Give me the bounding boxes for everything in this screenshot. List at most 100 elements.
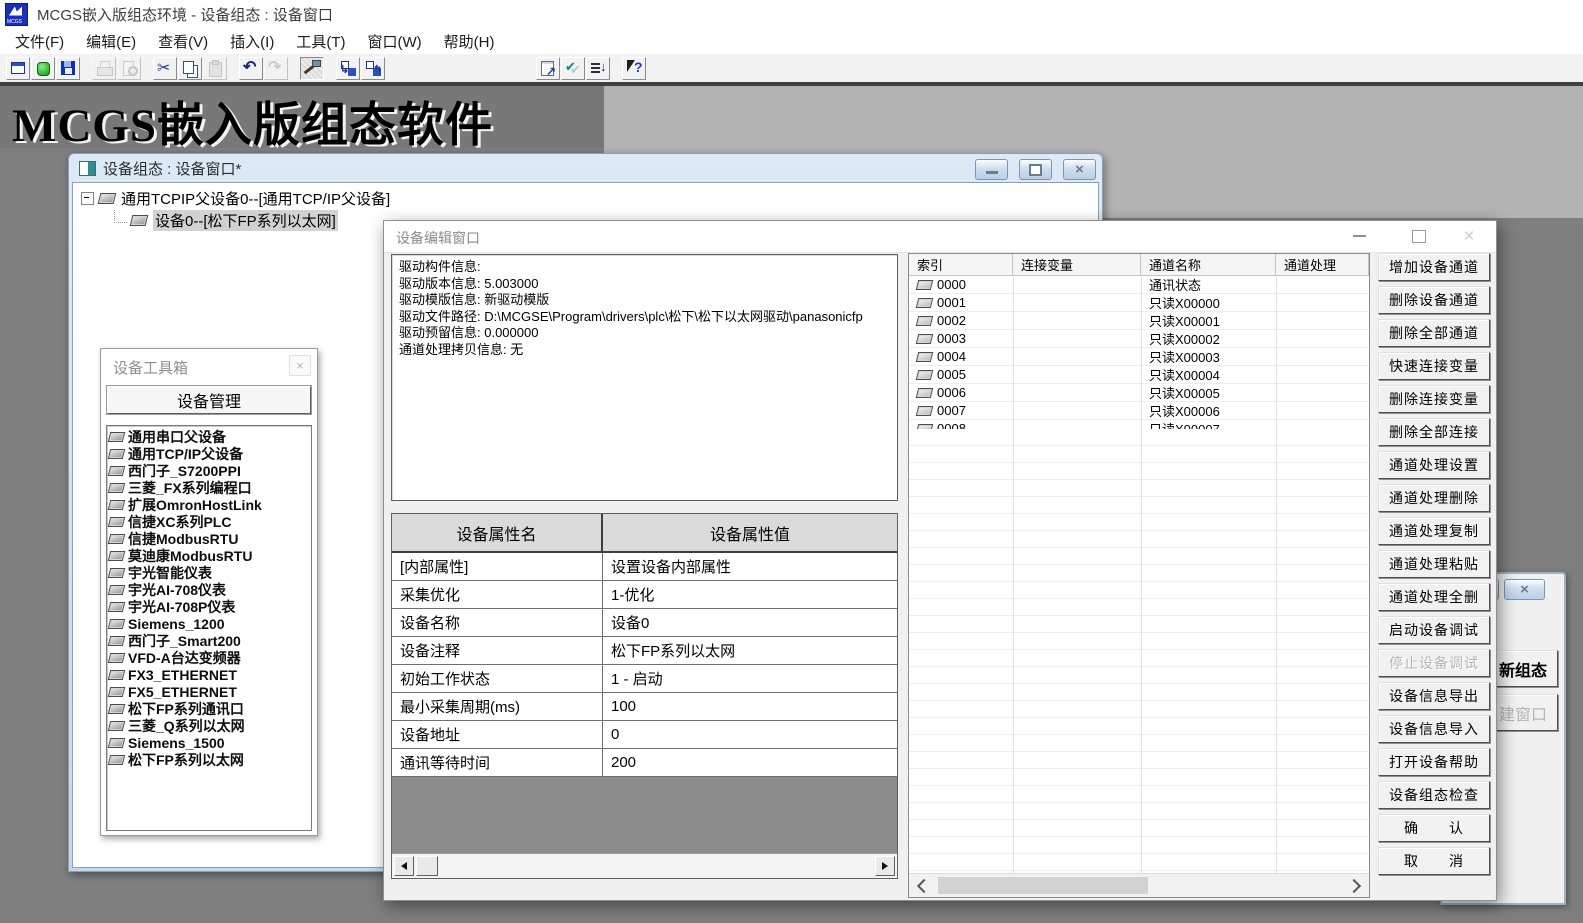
driver-list-item[interactable]: Siemens_1500 <box>109 734 311 751</box>
action-button[interactable]: 设备信息导出 <box>1378 682 1490 710</box>
channel-row[interactable]: 0006 只读X00005 <box>909 384 1369 402</box>
channel-variable-cell[interactable] <box>1013 276 1141 293</box>
menu-item[interactable]: 插入(I) <box>219 29 285 54</box>
scrollbar-thumb[interactable] <box>938 877 1148 894</box>
toolbar-button[interactable] <box>178 57 202 80</box>
channel-row[interactable]: 0005 只读X00004 <box>909 366 1369 384</box>
channel-row[interactable]: 0004 只读X00003 <box>909 348 1369 366</box>
scroll-left-icon[interactable] <box>917 879 931 893</box>
maximize-button[interactable] <box>1019 159 1052 180</box>
col-header-index[interactable]: 索引 <box>909 254 1013 275</box>
toolbar-button[interactable] <box>300 57 324 80</box>
action-button[interactable]: 通道处理设置 <box>1378 451 1490 479</box>
driver-list-item[interactable]: 宇光智能仪表 <box>109 564 311 581</box>
action-button[interactable]: 设备组态检查 <box>1378 781 1490 809</box>
channel-process-cell[interactable] <box>1276 366 1369 383</box>
property-row[interactable]: 设备地址 0 <box>392 721 897 749</box>
action-button[interactable]: 通道处理粘贴 <box>1378 550 1490 578</box>
channel-process-cell[interactable] <box>1276 348 1369 365</box>
toolbar-button[interactable] <box>117 57 141 80</box>
menu-item[interactable]: 编辑(E) <box>75 29 147 54</box>
action-button[interactable]: 删除全部通道 <box>1378 319 1490 347</box>
property-value-cell[interactable]: 0 <box>603 721 897 748</box>
action-button[interactable]: 启动设备调试 <box>1378 616 1490 644</box>
property-value-cell[interactable]: 松下FP系列以太网 <box>603 637 897 664</box>
property-row[interactable]: [内部属性] 设置设备内部属性 <box>392 553 897 581</box>
property-row[interactable]: 通讯等待时间 200 <box>392 749 897 777</box>
driver-list-item[interactable]: FX5_ETHERNET <box>109 683 311 700</box>
property-row[interactable]: 设备名称 设备0 <box>392 609 897 637</box>
channel-variable-cell[interactable] <box>1013 330 1141 347</box>
channel-variable-cell[interactable] <box>1013 384 1141 401</box>
driver-list-item[interactable]: 通用TCP/IP父设备 <box>109 445 311 462</box>
toolbar-button[interactable] <box>56 57 80 80</box>
driver-list-item[interactable]: 莫迪康ModbusRTU <box>109 547 311 564</box>
property-table-hscrollbar[interactable] <box>392 853 897 878</box>
channel-process-cell[interactable] <box>1276 276 1369 293</box>
device-window-titlebar[interactable]: 设备组态 : 设备窗口* <box>69 154 1102 182</box>
col-header-process[interactable]: 通道处理 <box>1276 254 1369 275</box>
action-button[interactable]: 通道处理复制 <box>1378 517 1490 545</box>
close-button[interactable]: × <box>1446 221 1492 251</box>
property-value-cell[interactable]: 100 <box>603 693 897 720</box>
property-row[interactable]: 设备注释 松下FP系列以太网 <box>392 637 897 665</box>
channel-row[interactable]: 0007 只读X00006 <box>909 402 1369 420</box>
toolbar-button[interactable] <box>239 57 263 80</box>
channel-row[interactable]: 0002 只读X00001 <box>909 312 1369 330</box>
action-button[interactable]: 快速连接变量 <box>1378 352 1490 380</box>
action-button[interactable]: 设备信息导入 <box>1378 715 1490 743</box>
toolbar-button[interactable] <box>203 57 227 80</box>
channel-table-hscrollbar[interactable] <box>909 873 1369 897</box>
action-button[interactable]: 删除全部连接 <box>1378 418 1490 446</box>
driver-list-item[interactable]: 通用串口父设备 <box>109 428 311 445</box>
tree-node-parent-device[interactable]: 通用TCPIP父设备0--[通用TCP/IP父设备] <box>81 188 390 209</box>
channel-variable-cell[interactable] <box>1013 294 1141 311</box>
toolbar-button[interactable] <box>6 57 30 80</box>
scroll-left-icon[interactable] <box>394 856 414 876</box>
driver-list-item[interactable]: FX3_ETHERNET <box>109 666 311 683</box>
driver-list-item[interactable]: 信捷XC系列PLC <box>109 513 311 530</box>
channel-variable-cell[interactable] <box>1013 366 1141 383</box>
channel-process-cell[interactable] <box>1276 312 1369 329</box>
menu-item[interactable]: 查看(V) <box>147 29 219 54</box>
driver-list-item[interactable]: Siemens_1200 <box>109 615 311 632</box>
toolbar-button[interactable] <box>336 57 360 80</box>
toolbar-button[interactable] <box>561 57 585 80</box>
toolbar-button[interactable] <box>264 57 288 80</box>
action-button[interactable]: 删除连接变量 <box>1378 385 1490 413</box>
property-value-cell[interactable]: 设备0 <box>603 609 897 636</box>
toolbar-button[interactable] <box>31 57 55 80</box>
device-manage-button[interactable]: 设备管理 <box>107 386 311 414</box>
channel-process-cell[interactable] <box>1276 402 1369 419</box>
close-button[interactable]: × <box>1063 159 1096 180</box>
menu-item[interactable]: 工具(T) <box>285 29 356 54</box>
driver-list-item[interactable]: 宇光AI-708仪表 <box>109 581 311 598</box>
scrollbar-thumb[interactable] <box>416 856 438 876</box>
channel-process-cell[interactable] <box>1276 294 1369 311</box>
toolbar-button[interactable] <box>153 57 177 80</box>
scroll-right-icon[interactable] <box>1347 879 1361 893</box>
close-button[interactable]: × <box>1504 579 1545 600</box>
driver-list-item[interactable]: 西门子_Smart200 <box>109 632 311 649</box>
channel-row[interactable]: 0000 通讯状态 <box>909 276 1369 294</box>
property-value-cell[interactable]: 1-优化 <box>603 581 897 608</box>
property-value-cell[interactable]: 1 - 启动 <box>603 665 897 692</box>
action-button[interactable]: 取 消 <box>1378 847 1490 875</box>
action-button[interactable]: 删除设备通道 <box>1378 286 1490 314</box>
channel-variable-cell[interactable] <box>1013 402 1141 419</box>
toolbar-button[interactable] <box>586 57 610 80</box>
channel-row[interactable]: 0001 只读X00000 <box>909 294 1369 312</box>
channel-variable-cell[interactable] <box>1013 348 1141 365</box>
edit-window-titlebar[interactable]: 设备编辑窗口 <box>384 221 1496 253</box>
driver-list-item[interactable]: 三菱_FX系列编程口 <box>109 479 311 496</box>
toolbar-button[interactable] <box>622 57 646 80</box>
toolbar-button[interactable] <box>92 57 116 80</box>
driver-list-item[interactable]: 扩展OmronHostLink <box>109 496 311 513</box>
driver-list-item[interactable]: 信捷ModbusRTU <box>109 530 311 547</box>
property-value-cell[interactable]: 200 <box>603 749 897 776</box>
col-header-variable[interactable]: 连接变量 <box>1013 254 1141 275</box>
property-row[interactable]: 采集优化 1-优化 <box>392 581 897 609</box>
menu-item[interactable]: 帮助(H) <box>433 29 506 54</box>
property-value-cell[interactable]: 设置设备内部属性 <box>603 553 897 580</box>
driver-list-item[interactable]: 松下FP系列以太网 <box>109 751 311 768</box>
